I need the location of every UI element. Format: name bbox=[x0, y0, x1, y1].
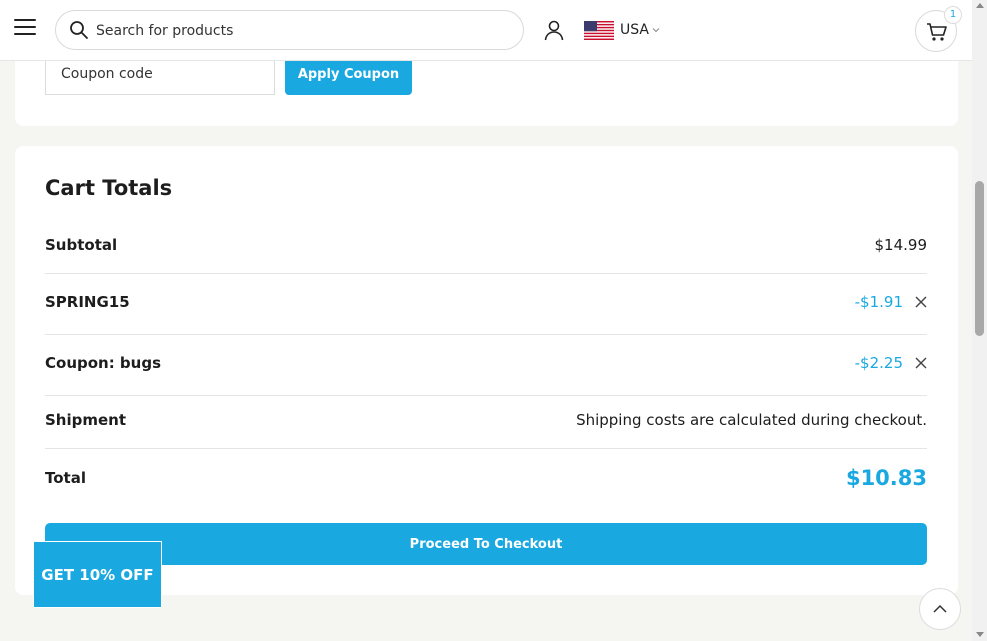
search-icon bbox=[70, 21, 88, 39]
scroll-up-arrow-icon[interactable] bbox=[976, 3, 984, 8]
site-header: USA bbox=[0, 0, 972, 61]
cart-totals-title: Cart Totals bbox=[45, 176, 173, 200]
proceed-to-checkout-button[interactable]: Proceed To Checkout bbox=[45, 523, 927, 565]
chevron-up-icon bbox=[933, 604, 947, 613]
subtotal-row: Subtotal $14.99 bbox=[45, 236, 927, 254]
chevron-down-icon bbox=[652, 28, 660, 33]
subtotal-label: Subtotal bbox=[45, 236, 118, 254]
total-value: $10.83 bbox=[845, 466, 927, 490]
remove-coupon-icon[interactable] bbox=[915, 357, 927, 369]
discount-value-wrap: -$2.25 bbox=[855, 354, 927, 372]
search-input[interactable] bbox=[96, 19, 496, 43]
discount-value-wrap: -$1.91 bbox=[855, 293, 927, 311]
scroll-to-top-button[interactable] bbox=[919, 588, 961, 630]
divider bbox=[45, 273, 927, 274]
discount-promo-button[interactable]: GET 10% OFF bbox=[33, 541, 162, 608]
total-row: Total $10.83 bbox=[45, 466, 927, 490]
country-label: USA bbox=[620, 22, 649, 38]
cart-icon bbox=[927, 23, 947, 41]
divider bbox=[45, 448, 927, 449]
divider bbox=[45, 395, 927, 396]
country-selector[interactable]: USA bbox=[584, 19, 660, 41]
total-label: Total bbox=[45, 469, 86, 487]
scrollbar-thumb[interactable] bbox=[975, 181, 984, 336]
menu-icon[interactable] bbox=[14, 19, 36, 39]
subtotal-value: $14.99 bbox=[874, 236, 928, 254]
shipment-row: Shipment Shipping costs are calculated d… bbox=[45, 411, 927, 429]
shipment-value: Shipping costs are calculated during che… bbox=[576, 411, 927, 429]
scroll-down-arrow-icon[interactable] bbox=[976, 632, 984, 637]
discount-value: -$2.25 bbox=[854, 354, 903, 372]
remove-coupon-icon[interactable] bbox=[915, 296, 927, 308]
search-bar[interactable] bbox=[55, 10, 524, 50]
user-account-icon[interactable] bbox=[542, 18, 566, 42]
cart-count-badge: 1 bbox=[944, 6, 962, 24]
discount-row-bugs: Coupon: bugs -$2.25 bbox=[45, 354, 927, 372]
discount-row-spring15: SPRING15 -$1.91 bbox=[45, 293, 927, 311]
discount-value: -$1.91 bbox=[854, 293, 903, 311]
discount-label: Coupon: bugs bbox=[45, 354, 162, 372]
divider bbox=[45, 334, 927, 335]
shipment-label: Shipment bbox=[45, 411, 127, 429]
discount-label: SPRING15 bbox=[45, 293, 130, 311]
us-flag-icon bbox=[584, 20, 614, 40]
